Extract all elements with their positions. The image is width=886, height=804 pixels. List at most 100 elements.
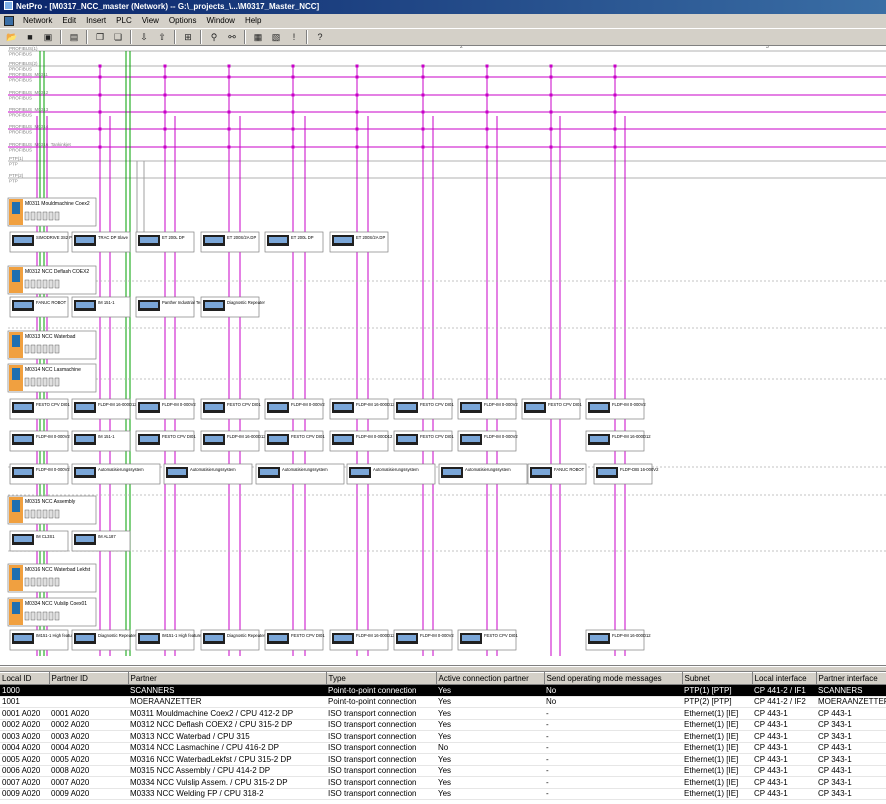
station-module <box>36 211 42 221</box>
table-row[interactable]: 0006 A020 0008 A020 M0315 NCC Assembly / C… <box>0 765 886 777</box>
netpro-app-icon <box>4 1 13 10</box>
upload-icon[interactable]: ⇧ <box>154 30 170 45</box>
device-icon-screen <box>14 302 32 308</box>
table-row[interactable]: 0002 A020 0002 A020 M0312 NCC Deflash COEX… <box>0 719 886 731</box>
device-icon-screen <box>269 404 287 410</box>
station-module <box>48 577 54 587</box>
save-icon[interactable]: ■ <box>22 30 38 45</box>
device-label: FLDP-IM 16-000D12 <box>356 402 395 407</box>
menu-edit[interactable]: Edit <box>57 14 81 28</box>
device-icon-screen <box>14 237 32 243</box>
column-header[interactable]: Subnet <box>682 672 753 685</box>
bus-junction <box>613 110 617 114</box>
table-row[interactable]: 0001 A020 0001 A020 M0311 Mouldmachine Coe… <box>0 707 886 720</box>
bus-junction <box>421 75 425 79</box>
station-module <box>48 344 54 354</box>
bus-junction <box>227 93 231 97</box>
table-cell: 0004 A020 <box>0 742 49 754</box>
station-module <box>30 211 36 221</box>
menu-options[interactable]: Options <box>164 14 202 28</box>
device-icon-screen <box>14 536 32 542</box>
menu-network[interactable]: Network <box>18 14 57 28</box>
table-cell: M0312 NCC Deflash COEX2 / CPU 315-2 DP <box>128 719 326 731</box>
warning-icon[interactable]: ! <box>286 30 302 45</box>
station-module <box>24 611 30 621</box>
column-header[interactable]: Partner <box>128 672 327 685</box>
save-compile-icon[interactable]: ▣ <box>40 30 56 45</box>
table-cell: Ethernet(1) [IE] <box>682 719 752 731</box>
zoom-icon[interactable]: ⚲ <box>206 30 222 45</box>
table-cell: - <box>544 753 682 766</box>
bus-junction <box>485 64 489 68</box>
table-cell: SCANNERS <box>816 684 886 697</box>
title-bar: NetPro - [M0317_NCC_master (Network) -- … <box>0 0 886 14</box>
subnet-sublabel: PTP <box>9 162 18 167</box>
config-icon[interactable]: ▦ <box>250 30 266 45</box>
bus-junction <box>613 127 617 131</box>
table-row[interactable]: 0003 A020 0003 A020 M0313 NCC Waterbad / C… <box>0 730 886 743</box>
menu-view[interactable]: View <box>137 14 164 28</box>
bus-junction <box>613 75 617 79</box>
column-header[interactable]: Partner ID <box>49 672 129 685</box>
bus-junction <box>163 127 167 131</box>
menu-insert[interactable]: Insert <box>81 14 111 28</box>
menu-plc[interactable]: PLC <box>111 14 137 28</box>
device-label: FLDP-IM 0-000V2 <box>162 402 196 407</box>
link-icon[interactable]: ⚯ <box>224 30 240 45</box>
table-row[interactable]: 0004 A020 0004 A020 M0314 NCC Lasmachine /… <box>0 742 886 754</box>
module-icon[interactable]: ▧ <box>268 30 284 45</box>
download-icon[interactable]: ⇩ <box>136 30 152 45</box>
subnet-sublabel: PROFIBUS <box>9 130 32 135</box>
table-row[interactable]: 1001 MOERAANZETTER Point-to-point connecti… <box>0 696 886 708</box>
table-cell: CP 443-1 <box>816 742 886 754</box>
station-module <box>30 344 36 354</box>
table-cell: CP 441-2 / IF1 <box>752 684 816 697</box>
table-cell: CP 443-1 <box>752 730 816 743</box>
network-icon[interactable]: ⊞ <box>180 30 196 45</box>
table-cell: CP 343-1 <box>816 719 886 731</box>
column-header[interactable]: Partner interface <box>816 672 886 685</box>
station-module <box>36 279 42 289</box>
station-name: M0315 NCC Assembly <box>25 499 76 505</box>
table-cell: CP 343-1 <box>816 753 886 766</box>
table-cell: M0311 Mouldmachine Coex2 / CPU 412-2 DP <box>128 707 326 720</box>
copy-icon[interactable]: ❐ <box>92 30 108 45</box>
cpu-icon <box>12 202 20 214</box>
table-cell: Ethernet(1) [IE] <box>682 788 752 800</box>
subnet-sublabel: PROFIBUS <box>9 52 32 57</box>
column-header[interactable]: Send operating mode messages <box>544 672 683 685</box>
device-icon-screen <box>205 436 223 442</box>
column-header[interactable]: Local interface <box>752 672 817 685</box>
device-icon-screen <box>334 237 352 243</box>
open-icon[interactable]: 📂 <box>4 30 20 45</box>
station-module <box>48 611 54 621</box>
document-icon[interactable] <box>4 16 14 26</box>
paste-icon[interactable]: ❏ <box>110 30 126 45</box>
table-cell: ISO transport connection <box>326 719 436 731</box>
network-view[interactable]: 2 3 PROFIBUS(1) PROFIBUS PROFIBUS(2) PROFIBUS… <box>0 46 886 666</box>
station-module <box>42 377 48 387</box>
device-label: FLDP-IM 16-000D12 <box>227 434 266 439</box>
device-label: FESTO CPV DI01 <box>291 633 325 638</box>
help-icon[interactable]: ? <box>312 30 328 45</box>
column-header[interactable]: Local ID <box>0 672 50 685</box>
device-icon-screen <box>598 469 616 475</box>
menu-help[interactable]: Help <box>240 14 266 28</box>
subnet-label: PROFIBUS(2) <box>9 61 38 66</box>
table-row[interactable]: 0009 A020 0009 A020 M0333 NCC Welding FP /… <box>0 788 886 800</box>
bus-junction <box>291 145 295 149</box>
column-header[interactable]: Type <box>326 672 437 685</box>
station-module <box>24 344 30 354</box>
device-label: FESTO CPV DI01 <box>291 434 325 439</box>
table-row[interactable]: 0007 A020 0007 A020 M0334 NCC Vulslip Asse… <box>0 776 886 789</box>
table-cell: CP 343-1 <box>816 730 886 743</box>
device-icon-screen <box>205 237 223 243</box>
print-icon[interactable]: ▤ <box>66 30 82 45</box>
table-row[interactable]: 1000 SCANNERS Point-to-point connection Yes… <box>0 684 886 697</box>
column-header[interactable]: Active connection partner <box>436 672 545 685</box>
table-cell: ISO transport connection <box>326 753 436 766</box>
table-cell: No <box>544 684 682 697</box>
table-row[interactable]: 0005 A020 0005 A020 M0316 NCC WaterbadLekf… <box>0 753 886 766</box>
menu-window[interactable]: Window <box>202 14 240 28</box>
bus-junction <box>355 110 359 114</box>
